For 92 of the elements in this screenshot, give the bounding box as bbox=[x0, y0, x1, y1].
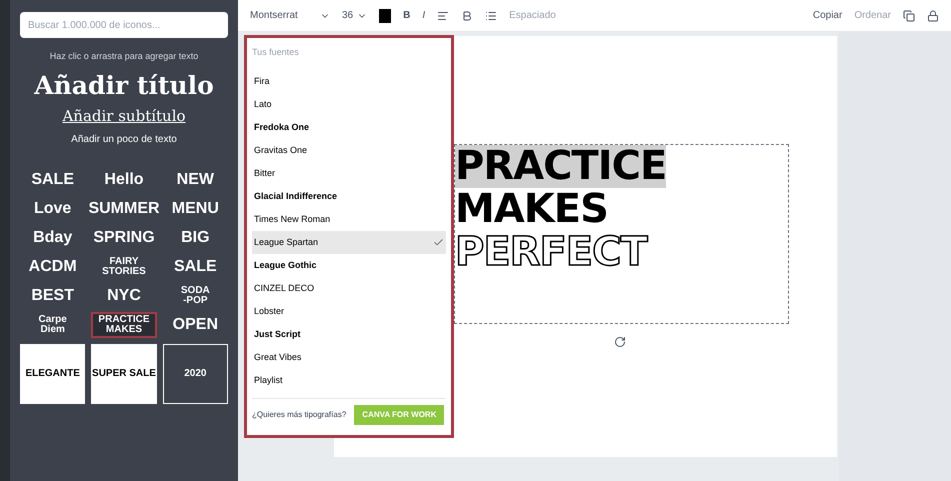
text-template[interactable]: SALE bbox=[162, 254, 228, 280]
add-subtitle-button[interactable]: Añadir subtítulo bbox=[62, 106, 186, 126]
color-swatch[interactable] bbox=[379, 8, 392, 22]
template-text: PRACTICE bbox=[98, 314, 150, 324]
font-name: Gravitas One bbox=[254, 144, 308, 157]
font-name: League Gothic bbox=[254, 258, 317, 272]
template-text: Bday bbox=[33, 230, 72, 246]
text-template[interactable]: OPEN bbox=[162, 312, 228, 338]
template-text: OPEN bbox=[172, 316, 218, 332]
template-text: SALE bbox=[174, 258, 217, 274]
text-template[interactable]: SPRING bbox=[91, 224, 157, 250]
template-text: SODA bbox=[180, 286, 210, 296]
template-text: BEST bbox=[31, 288, 74, 304]
template-card[interactable]: ELEGANTE bbox=[20, 344, 86, 404]
template-text: Diem bbox=[40, 324, 65, 334]
font-dropdown[interactable]: Montserrat bbox=[250, 8, 330, 23]
size-dropdown[interactable]: 36 bbox=[342, 8, 368, 23]
font-option[interactable]: Great Vibes bbox=[252, 346, 446, 369]
font-name: Fira bbox=[254, 74, 270, 88]
template-text: Hello bbox=[104, 172, 144, 188]
font-name: Bitter bbox=[254, 166, 276, 180]
text-template[interactable]: Bday bbox=[20, 224, 86, 250]
text-template[interactable]: Carpe Diem bbox=[20, 312, 86, 338]
template-text: Love bbox=[34, 200, 72, 216]
text-template[interactable]: SUMMER bbox=[91, 196, 157, 222]
headline-text[interactable]: PERFECT bbox=[455, 231, 647, 274]
headline-text[interactable]: MAKES bbox=[455, 188, 608, 231]
template-text: MENU bbox=[172, 200, 219, 216]
template-text: -POP bbox=[183, 296, 208, 306]
text-template[interactable]: FAIRY STORIES bbox=[91, 254, 157, 280]
template-text: SUMMER bbox=[88, 200, 160, 216]
font-option[interactable]: Lobster bbox=[252, 300, 446, 323]
font-option[interactable]: CINZEL DECO bbox=[252, 277, 446, 300]
template-card[interactable]: SUPER SALE bbox=[91, 344, 157, 404]
template-text: NYC bbox=[107, 288, 141, 304]
font-option[interactable]: Playlist bbox=[252, 369, 446, 392]
template-text: ACDM bbox=[28, 258, 77, 274]
text-template[interactable]: Hello bbox=[91, 166, 157, 192]
check-icon bbox=[433, 237, 444, 248]
add-body-button[interactable]: Añadir un poco de texto bbox=[71, 132, 177, 146]
font-name: Glacial Indifference bbox=[254, 190, 338, 203]
font-name: League Spartan bbox=[254, 236, 318, 249]
font-name: Lobster bbox=[254, 304, 284, 318]
text-template[interactable]: SALE bbox=[20, 166, 86, 192]
text-template[interactable]: BIG bbox=[162, 224, 228, 250]
font-option[interactable]: Just Script bbox=[252, 323, 446, 346]
font-name: Fredoka One bbox=[254, 120, 310, 134]
hint-text: Haz clic o arrastra para agregar texto bbox=[50, 50, 198, 63]
font-name: Playlist bbox=[254, 374, 283, 387]
font-option[interactable]: Glacial Indifference bbox=[252, 185, 446, 208]
align-icon[interactable] bbox=[437, 10, 450, 22]
template-text: MAKES bbox=[106, 324, 142, 334]
template-text: NEW bbox=[176, 172, 214, 188]
font-name: CINZEL DECO bbox=[254, 282, 314, 295]
lock-icon[interactable] bbox=[927, 10, 939, 22]
section-label: Tus fuentes bbox=[252, 46, 300, 59]
text-template[interactable]: MENU bbox=[162, 196, 228, 222]
font-option[interactable]: Bitter bbox=[252, 162, 446, 185]
text-template[interactable]: SODA -POP bbox=[162, 282, 228, 308]
font-option[interactable]: Gravitas One bbox=[252, 139, 446, 162]
font-option[interactable]: Fira bbox=[252, 70, 446, 93]
template-text: Carpe bbox=[38, 314, 67, 324]
headline-text[interactable]: PRACTICE bbox=[455, 145, 666, 188]
template-card[interactable]: 2020 bbox=[162, 344, 228, 404]
rotate-icon[interactable] bbox=[614, 336, 626, 348]
add-title-button[interactable]: Añadir título bbox=[34, 70, 214, 101]
font-option[interactable]: League Spartan bbox=[252, 231, 446, 254]
text-template[interactable]: NEW bbox=[162, 166, 228, 192]
template-text: FAIRY bbox=[109, 256, 139, 266]
text-template[interactable]: PRACTICE MAKES bbox=[91, 312, 157, 338]
italic-button[interactable]: I bbox=[422, 8, 426, 23]
font-name: Times New Roman bbox=[254, 212, 330, 226]
font-name: Great Vibes bbox=[254, 350, 302, 364]
template-text: BIG bbox=[181, 230, 210, 246]
more-fonts-text: ¿Quieres más tipografías? bbox=[252, 409, 346, 421]
font-option[interactable]: Lato bbox=[252, 93, 446, 116]
template-text: SPRING bbox=[93, 230, 155, 246]
template-text: STORIES bbox=[102, 266, 146, 276]
text-template[interactable]: ACDM bbox=[20, 254, 86, 280]
text-template[interactable]: Love bbox=[20, 196, 86, 222]
font-option[interactable]: Fredoka One bbox=[252, 116, 446, 139]
template-text: SALE bbox=[31, 172, 74, 188]
text-template[interactable]: BEST bbox=[20, 282, 86, 308]
copy-button[interactable]: Copiar bbox=[812, 8, 842, 23]
font-name: Lato bbox=[254, 98, 272, 111]
font-option[interactable]: League Gothic bbox=[252, 254, 446, 277]
text-template[interactable]: NYC bbox=[91, 282, 157, 308]
copy-icon[interactable] bbox=[903, 10, 915, 22]
search-field[interactable]: Buscar 1.000.000 de iconos... bbox=[20, 12, 228, 38]
bold-button[interactable]: B bbox=[403, 8, 410, 23]
font-option[interactable]: Times New Roman bbox=[252, 208, 446, 231]
font-name: Just Script bbox=[254, 328, 301, 341]
